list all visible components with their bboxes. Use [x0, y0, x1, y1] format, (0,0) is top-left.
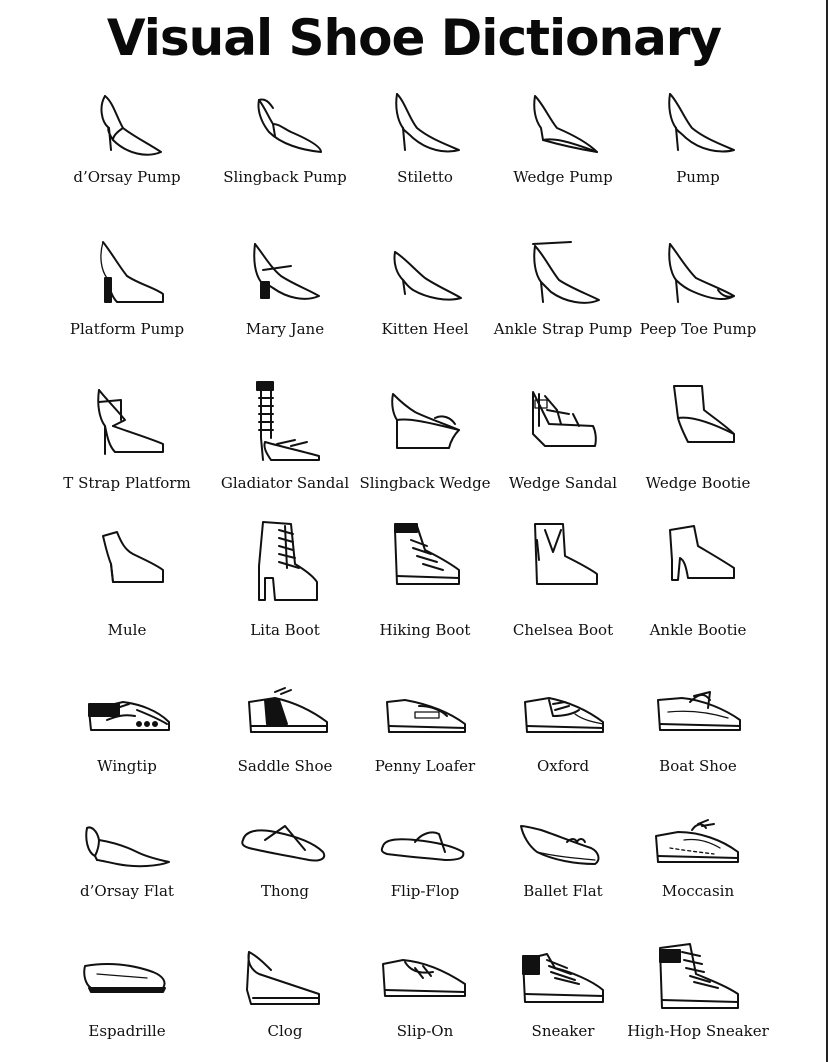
shoe-label: Ankle Bootie — [649, 621, 747, 639]
shoe-label: d’Orsay Pump — [73, 168, 181, 186]
shoe-dictionary-page: Visual Shoe Dictionary d’Orsay Pump Sling… — [0, 0, 828, 1062]
shoe-label: High-Hop Sneaker — [627, 1022, 769, 1040]
shoe-label: Peep Toe Pump — [639, 320, 757, 338]
shoe-label: Pump — [676, 168, 720, 186]
shoe-label: T Strap Platform — [63, 474, 191, 492]
shoe-label: Mule — [107, 621, 147, 639]
shoe-label: Wedge Bootie — [645, 474, 751, 492]
page-title: Visual Shoe Dictionary — [106, 9, 722, 67]
shoe-label: Moccasin — [661, 882, 735, 900]
shoe-label: d’Orsay Flat — [80, 882, 174, 900]
shoe-label: Platform Pump — [69, 320, 185, 338]
shoe-label: Espadrille — [88, 1022, 166, 1040]
shoe-label: Boat Shoe — [659, 757, 737, 775]
shoe-label: Wingtip — [97, 757, 157, 775]
